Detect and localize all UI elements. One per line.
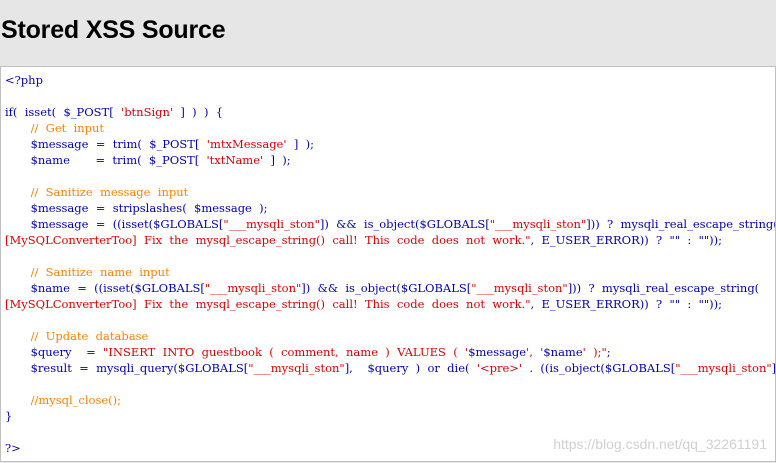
code-line: $message = ((isset($GLOBALS["___mysqli_s… xyxy=(5,216,776,232)
code-line: [MySQLConverterToo] Fix the mysql_escape… xyxy=(5,296,775,312)
code-token: "___mysqli_ston" xyxy=(489,217,587,231)
page: Stored XSS Source <?php if( isset( $_POST… xyxy=(0,0,776,463)
code-line: <?php xyxy=(5,72,775,88)
code-line: $name = ((isset($GLOBALS["___mysqli_ston… xyxy=(5,280,775,296)
code-token: "___mysqli_ston" xyxy=(248,361,345,375)
code-line: $query = "INSERT INTO guestbook ( commen… xyxy=(5,344,775,360)
code-token: ; xyxy=(606,345,611,359)
code-token: ])) ? xyxy=(771,361,776,375)
source-code: <?php if( isset( $_POST[ 'btnSign' ] ) ) … xyxy=(5,72,776,456)
code-token: ])) ? mysqli_real_escape_string( xyxy=(567,281,760,295)
page-title: Stored XSS Source xyxy=(1,16,226,44)
code-line: [MySQLConverterToo] Fix the mysql_escape… xyxy=(5,232,775,248)
code-line: } xyxy=(5,408,775,424)
code-token: $name = ((isset($GLOBALS[ xyxy=(5,281,205,295)
code-token: ?> xyxy=(5,441,21,455)
code-line: $name = trim( $_POST[ 'txtName' ] ); xyxy=(5,152,775,168)
code-token: $message xyxy=(468,345,527,359)
code-token: ' );" xyxy=(582,345,607,359)
code-token: ]) && is_object($GLOBALS[ xyxy=(319,217,490,231)
code-token: ]) && is_object($GLOBALS[ xyxy=(301,281,472,295)
code-token: $message = trim( $_POST[ xyxy=(5,137,207,151)
code-token: $message = stripslashes( $message ); xyxy=(5,201,268,215)
code-token: "___mysqli_ston" xyxy=(204,281,302,295)
code-token: "___mysqli_ston" xyxy=(675,361,772,375)
code-line: $result = mysqli_query($GLOBALS["___mysq… xyxy=(5,360,776,376)
code-line: // Get input xyxy=(5,120,775,136)
code-token: 'txtName' xyxy=(206,153,264,167)
code-token: ] ); xyxy=(263,153,291,167)
code-token: "___mysqli_ston" xyxy=(471,281,568,295)
code-line: //mysql_close(); xyxy=(5,392,775,408)
code-line: if( isset( $_POST[ 'btnSign' ] ) ) { xyxy=(5,104,775,120)
code-token: } xyxy=(5,409,13,423)
code-token: <?php xyxy=(5,73,43,87)
code-token: // Sanitize message input xyxy=(5,185,189,199)
code-token: , E_USER_ERROR)) ? "" : "")); xyxy=(530,233,723,247)
code-line: $message = trim( $_POST[ 'mtxMessage' ] … xyxy=(5,136,775,152)
code-token: , E_USER_ERROR)) ? "" : "")); xyxy=(530,297,723,311)
code-token: "INSERT INTO guestbook ( comment, name )… xyxy=(103,345,469,359)
code-line: $message = stripslashes( $message ); xyxy=(5,200,775,216)
code-token: $message = ((isset($GLOBALS[ xyxy=(5,217,224,231)
code-token: 'mtxMessage' xyxy=(206,137,287,151)
code-token: // Sanitize name input xyxy=(5,265,170,279)
page-header: Stored XSS Source xyxy=(0,0,776,66)
code-token: if( isset( $_POST[ xyxy=(5,105,122,119)
code-token: ', ' xyxy=(526,345,544,359)
code-token: "___mysqli_ston" xyxy=(223,217,320,231)
code-token: // Update database xyxy=(5,329,149,343)
code-token: [MySQLConverterToo] Fix the mysql_escape… xyxy=(5,297,531,311)
code-token: // Get input xyxy=(5,121,105,135)
code-token: ] ) ) { xyxy=(173,105,224,119)
code-token: $name xyxy=(543,345,583,359)
watermark: https://blog.csdn.net/qq_32261191 xyxy=(553,436,767,452)
code-token: ])) ? mysqli_real_escape_string( xyxy=(586,217,776,231)
code-token: . ((is_object($GLOBALS[ xyxy=(522,361,676,375)
code-token: ] ); xyxy=(286,137,315,151)
code-token: $result = mysqli_query($GLOBALS[ xyxy=(5,361,249,375)
code-token: 'btnSign' xyxy=(121,105,174,119)
source-code-panel: <?php if( isset( $_POST[ 'btnSign' ] ) ) … xyxy=(0,66,776,462)
code-line: // Sanitize message input xyxy=(5,184,775,200)
code-token: ], $query ) or die( xyxy=(344,361,477,375)
code-token: //mysql_close(); xyxy=(5,393,122,407)
code-line: // Update database xyxy=(5,328,775,344)
code-token: [MySQLConverterToo] Fix the mysql_escape… xyxy=(5,233,531,247)
code-token: '<pre>' xyxy=(476,361,523,375)
code-token: $query = xyxy=(5,345,104,359)
code-line: // Sanitize name input xyxy=(5,264,775,280)
code-token: $name = trim( $_POST[ xyxy=(5,153,207,167)
